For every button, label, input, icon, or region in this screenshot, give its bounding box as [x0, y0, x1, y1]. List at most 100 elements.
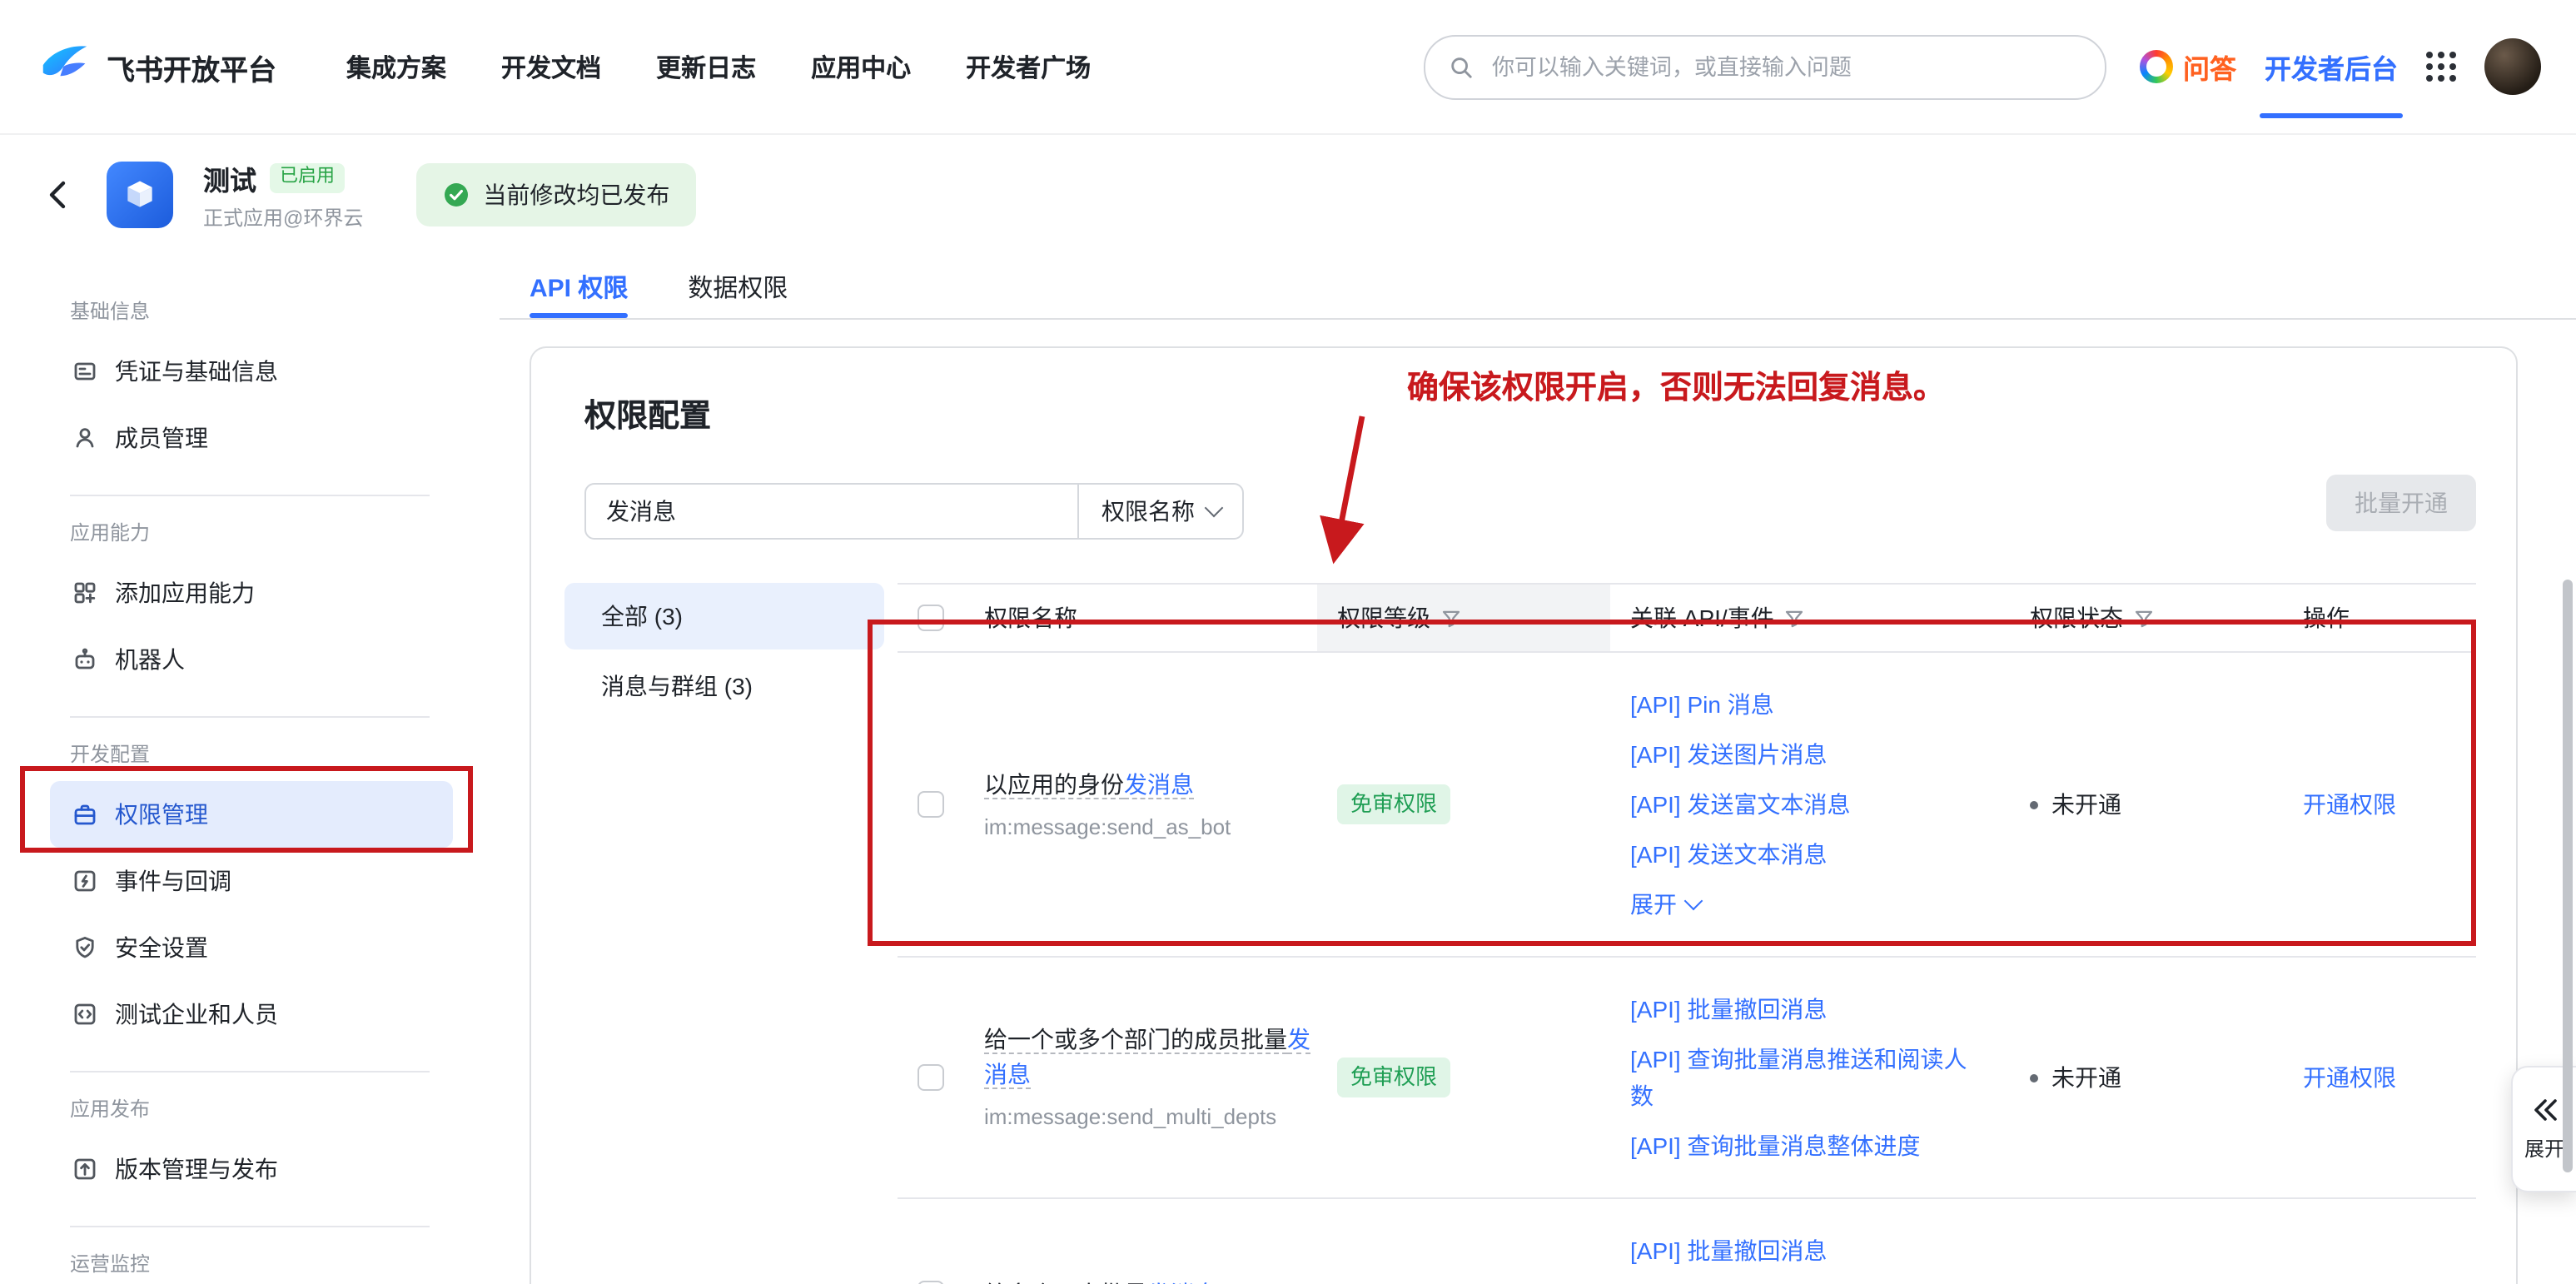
level-cell [1317, 1199, 1610, 1284]
scrollbar-thumb[interactable] [2563, 580, 2573, 1172]
test-users-icon [72, 1001, 98, 1028]
sidebar-item-1-1[interactable]: 机器人 [50, 626, 453, 693]
row-checkbox[interactable] [918, 791, 944, 818]
api-link[interactable]: [API] 查询批量消息推送和阅读人数 [1630, 1276, 1970, 1284]
sidebar: 基础信息凭证与基础信息成员管理应用能力添加应用能力机器人开发配置权限管理事件与回… [0, 255, 500, 1284]
row-checkbox[interactable] [918, 1064, 944, 1091]
permission-name-link[interactable]: 发消息 [1124, 770, 1194, 799]
sidebar-item-0-0[interactable]: 凭证与基础信息 [50, 338, 453, 405]
apps-grid-icon[interactable] [2426, 52, 2456, 82]
permission-search-input[interactable] [586, 485, 1077, 538]
sidebar-item-2-0[interactable]: 权限管理 [50, 781, 453, 848]
row-checkbox[interactable] [918, 1281, 944, 1284]
page: 飞书开放平台 集成方案 开发文档 更新日志 应用中心 开发者广场 问答 开发者后台 [0, 0, 2576, 1284]
sidebar-section-label: 基础信息 [0, 285, 500, 338]
status-dot-icon [2030, 800, 2038, 809]
api-link[interactable]: [API] Pin 消息 [1630, 679, 1774, 729]
checkbox-cell [898, 653, 964, 956]
nav-link-2[interactable]: 更新日志 [656, 49, 756, 84]
back-icon[interactable] [40, 177, 77, 213]
api-link[interactable]: [API] 批量撤回消息 [1630, 1226, 1827, 1276]
sidebar-section-label: 应用发布 [0, 1082, 500, 1136]
level-cell: 免审权限 [1317, 653, 1610, 956]
filter-funnel-icon[interactable] [1440, 607, 1462, 629]
main: API 权限 数据权限 权限配置 权限名称 批量开通 全部 (3 [500, 255, 2576, 1284]
sidebar-item-2-3[interactable]: 测试企业和人员 [50, 981, 453, 1048]
robot-icon [72, 646, 98, 673]
batch-open-button[interactable]: 批量开通 [2326, 475, 2476, 531]
api-link[interactable]: [API] 发送图片消息 [1630, 729, 1827, 779]
status-dot-icon [2030, 1073, 2038, 1082]
sidebar-item-1-0[interactable]: 添加应用能力 [50, 560, 453, 626]
col-name: 权限名称 [984, 601, 1077, 635]
filter-funnel-icon[interactable] [2133, 607, 2155, 629]
permissions-table: 权限名称 权限等级 关联 API/事件 [898, 583, 2476, 1284]
sidebar-item-2-2[interactable]: 安全设置 [50, 914, 453, 981]
check-circle-icon [443, 182, 470, 208]
side-expand-label: 展开 [2524, 1133, 2564, 1162]
status-text: 未开通 [2051, 1061, 2121, 1094]
chevron-down-icon [1684, 892, 1703, 911]
api-link[interactable]: [API] 批量撤回消息 [1630, 984, 1827, 1034]
qa-link[interactable]: 问答 [2140, 47, 2236, 87]
tab-api-permissions[interactable]: API 权限 [530, 255, 628, 318]
content: 基础信息凭证与基础信息成员管理应用能力添加应用能力机器人开发配置权限管理事件与回… [0, 255, 2576, 1284]
col-status: 权限状态 [2030, 601, 2123, 635]
permission-name: 给多个用户批量发消息 [984, 1277, 1217, 1284]
action-cell: 开通权限 [2283, 653, 2476, 956]
brand-name: 飞书开放平台 [107, 46, 276, 87]
nav-right: 问答 开发者后台 [2140, 38, 2541, 95]
col-action: 操作 [2303, 601, 2350, 635]
open-permission-link[interactable]: 开通权限 [2303, 1061, 2396, 1094]
developer-console-link[interactable]: 开发者后台 [2265, 47, 2398, 87]
nav-search[interactable] [1424, 34, 2106, 99]
global-search-input[interactable] [1489, 52, 2081, 81]
publish-status-text: 当前修改均已发布 [483, 178, 669, 212]
select-all-checkbox[interactable] [918, 605, 944, 631]
sidebar-item-3-0[interactable]: 版本管理与发布 [50, 1136, 453, 1202]
add-capability-icon [72, 580, 98, 606]
sidebar-item-0-1[interactable]: 成员管理 [50, 405, 453, 471]
api-link[interactable]: [API] 查询批量消息整体进度 [1630, 1121, 1920, 1171]
avatar[interactable] [2484, 38, 2541, 95]
nav-link-0[interactable]: 集成方案 [346, 49, 446, 84]
action-cell [2283, 1199, 2476, 1284]
sidebar-section-label: 运营监控 [0, 1237, 500, 1284]
filter-item-0[interactable]: 全部 (3) [564, 583, 884, 649]
brand[interactable]: 飞书开放平台 [40, 42, 276, 92]
security-icon [72, 934, 98, 961]
chevron-down-icon [1204, 499, 1223, 518]
permission-icon [72, 801, 98, 828]
status-cell: 未开通 [2010, 958, 2283, 1197]
filter-item-1[interactable]: 消息与群组 (3) [564, 653, 884, 719]
nav-link-4[interactable]: 开发者广场 [966, 49, 1091, 84]
toolbar: 权限名称 [584, 483, 2476, 540]
app-meta: 测试 已启用 正式应用@环界云 [203, 158, 363, 231]
publish-status-pill: 当前修改均已发布 [416, 163, 696, 226]
api-link[interactable]: [API] 发送富文本消息 [1630, 779, 1850, 829]
filter-funnel-icon[interactable] [1784, 607, 1806, 629]
app-name: 测试 [203, 158, 256, 198]
table-rows: 以应用的身份发消息im:message:send_as_bot免审权限[API]… [898, 653, 2476, 1284]
checkbox-cell [898, 958, 964, 1197]
permission-name-link[interactable]: 发消息 [1147, 1280, 1217, 1284]
table-header: 权限名称 权限等级 关联 API/事件 [898, 583, 2476, 653]
api-link[interactable]: [API] 查询批量消息推送和阅读人数 [1630, 1034, 1970, 1121]
api-cell: [API] Pin 消息[API] 发送图片消息[API] 发送富文本消息[AP… [1610, 653, 2010, 956]
permission-scope: im:message:send_as_bot [984, 812, 1231, 842]
tab-data-permissions[interactable]: 数据权限 [688, 255, 788, 318]
api-link[interactable]: [API] 发送文本消息 [1630, 829, 1827, 879]
enabled-badge: 已启用 [270, 164, 345, 192]
expand-link[interactable]: 展开 [1630, 879, 1700, 929]
open-permission-link[interactable]: 开通权限 [2303, 788, 2396, 821]
event-callback-icon [72, 868, 98, 894]
sidebar-item-2-1[interactable]: 事件与回调 [50, 848, 453, 914]
double-chevron-left-icon [2530, 1097, 2559, 1122]
api-cell: [API] 批量撤回消息[API] 查询批量消息推送和阅读人数[API] 查询批… [1610, 958, 2010, 1197]
nav-link-3[interactable]: 应用中心 [811, 49, 911, 84]
top-navbar: 飞书开放平台 集成方案 开发文档 更新日志 应用中心 开发者广场 问答 开发者后台 [0, 0, 2576, 135]
nav-link-1[interactable]: 开发文档 [501, 49, 601, 84]
sidebar-section-label: 开发配置 [0, 728, 500, 781]
search-type-select[interactable]: 权限名称 [1077, 485, 1242, 538]
level-badge: 免审权限 [1337, 1058, 1450, 1097]
